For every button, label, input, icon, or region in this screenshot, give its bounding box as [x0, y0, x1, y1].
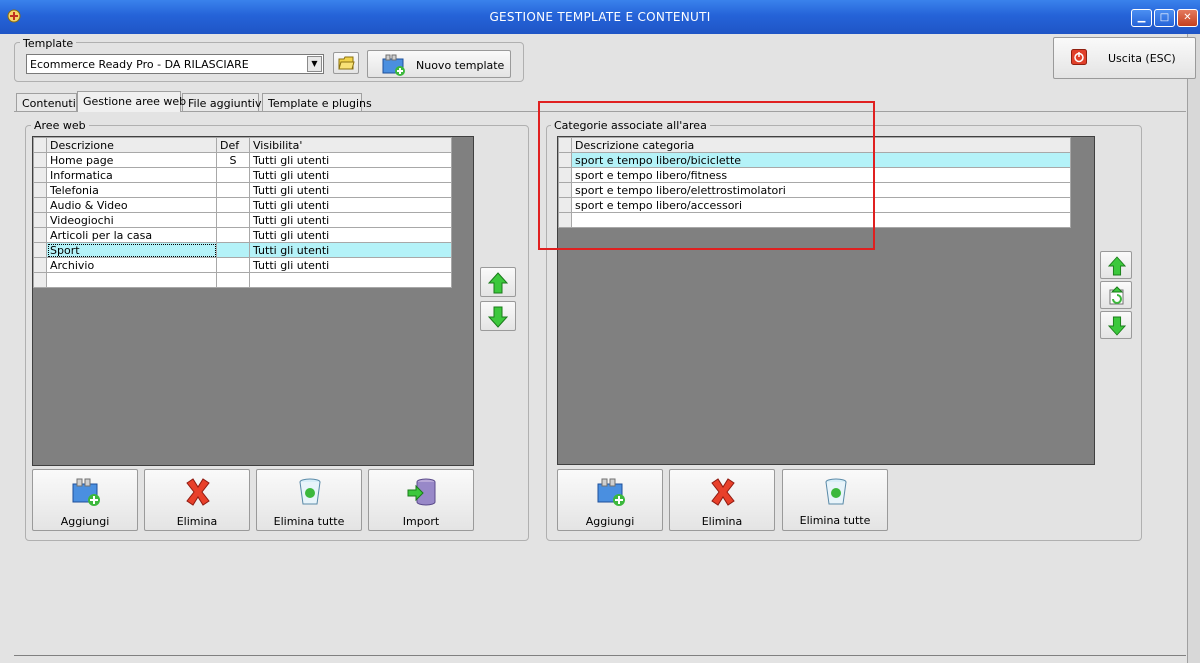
table-row[interactable]: Telefonia Tutti gli utenti: [33, 182, 452, 198]
add-area-label: Aggiungi: [60, 515, 110, 528]
sort-refresh-icon: [1109, 286, 1124, 305]
table-row[interactable]: Informatica Tutti gli utenti: [33, 167, 452, 183]
table-row[interactable]: Home page S Tutti gli utenti: [33, 152, 452, 168]
maximize-button[interactable]: □: [1154, 9, 1175, 27]
cell-descrizione[interactable]: Articoli per la casa: [46, 227, 217, 243]
template-select-value: Ecommerce Ready Pro - DA RILASCIARE: [30, 58, 249, 71]
window-right-border: [1187, 34, 1200, 663]
window-title: GESTIONE TEMPLATE E CONTENUTI: [489, 10, 711, 24]
cell-def[interactable]: [216, 197, 250, 213]
add-area-button[interactable]: Aggiungi: [32, 469, 138, 531]
delete-all-areas-button[interactable]: Elimina tutte: [256, 469, 362, 531]
row-indicator-header: [33, 137, 47, 153]
move-down-button[interactable]: [480, 301, 516, 331]
arrow-down-icon: [488, 306, 508, 328]
cell-descrizione[interactable]: Archivio: [46, 257, 217, 273]
delete-area-label: Elimina: [176, 515, 218, 528]
delete-x-icon: [186, 478, 210, 506]
category-move-up-button[interactable]: [1100, 251, 1132, 279]
cell-def[interactable]: [216, 182, 250, 198]
maximize-icon: □: [1159, 12, 1170, 23]
cell-visibilita[interactable]: Tutti gli utenti: [249, 257, 452, 273]
move-up-button[interactable]: [480, 267, 516, 297]
cell-visibilita[interactable]: Tutti gli utenti: [249, 182, 452, 198]
cell-def[interactable]: [216, 227, 250, 243]
table-row[interactable]: Articoli per la casa Tutti gli utenti: [33, 227, 452, 243]
delete-category-label: Elimina: [701, 515, 743, 528]
cell-descrizione[interactable]: Sport: [46, 242, 217, 258]
delete-area-button[interactable]: Elimina: [144, 469, 250, 531]
close-icon: ✕: [1183, 12, 1192, 23]
tab-contenuti[interactable]: Contenuti: [16, 93, 77, 111]
cell-descrizione[interactable]: Home page: [46, 152, 217, 168]
database-import-icon: [407, 478, 436, 506]
cell-def[interactable]: [216, 212, 250, 228]
highlight-box: [538, 101, 875, 250]
delete-x-icon: [711, 478, 735, 506]
title-bar: GESTIONE TEMPLATE E CONTENUTI ▁ □ ✕: [0, 0, 1200, 34]
cell-visibilita[interactable]: Tutti gli utenti: [249, 227, 452, 243]
recycle-bin-icon: [299, 478, 321, 505]
cell-descrizione[interactable]: Videogiochi: [46, 212, 217, 228]
cell-descrizione[interactable]: Audio & Video: [46, 197, 217, 213]
add-category-button[interactable]: Aggiungi: [557, 469, 663, 531]
open-folder-button[interactable]: [333, 52, 359, 74]
cell-visibilita[interactable]: Tutti gli utenti: [249, 212, 452, 228]
template-select[interactable]: Ecommerce Ready Pro - DA RILASCIARE ▼: [26, 54, 324, 74]
new-template-icon: [382, 54, 405, 76]
aree-web-grid[interactable]: Descrizione Def Visibilita' Home page S Tu…: [32, 136, 474, 466]
cell-def[interactable]: [216, 167, 250, 183]
close-button[interactable]: ✕: [1177, 9, 1198, 27]
new-template-button[interactable]: Nuovo template: [367, 50, 511, 78]
exit-label: Uscita (ESC): [1108, 52, 1176, 65]
category-sort-button[interactable]: [1100, 281, 1132, 309]
delete-category-button[interactable]: Elimina: [669, 469, 775, 531]
import-label: Import: [402, 515, 440, 528]
add-icon: [597, 478, 625, 506]
tab-gestione-aree-web[interactable]: Gestione aree web: [77, 91, 186, 112]
cell-visibilita[interactable]: Tutti gli utenti: [249, 167, 452, 183]
cell-def[interactable]: [216, 242, 250, 258]
delete-all-categories-label: Elimina tutte: [799, 514, 871, 527]
cell-descrizione[interactable]: Informatica: [46, 167, 217, 183]
column-header-visibilita[interactable]: Visibilita': [249, 137, 452, 153]
template-group-label: Template: [20, 37, 77, 50]
cell-def[interactable]: S: [216, 152, 250, 168]
cell-def[interactable]: [216, 257, 250, 273]
column-header-descrizione[interactable]: Descrizione: [46, 137, 217, 153]
category-move-down-button[interactable]: [1100, 311, 1132, 339]
arrow-down-icon: [1108, 316, 1126, 336]
column-header-def[interactable]: Def: [216, 137, 250, 153]
chevron-down-icon[interactable]: ▼: [307, 56, 322, 72]
cell-descrizione[interactable]: Telefonia: [46, 182, 217, 198]
bottom-divider: [14, 655, 1186, 656]
tab-file-aggiuntivi[interactable]: File aggiuntivi: [182, 93, 265, 111]
arrow-up-icon: [488, 272, 508, 294]
table-row[interactable]: Audio & Video Tutti gli utenti: [33, 197, 452, 213]
power-icon: [1071, 49, 1087, 65]
arrow-up-icon: [1108, 256, 1126, 276]
cell-visibilita[interactable]: Tutti gli utenti: [249, 242, 452, 258]
delete-all-categories-button[interactable]: Elimina tutte: [782, 469, 888, 531]
new-template-label: Nuovo template: [416, 59, 505, 72]
aree-web-header-row: Descrizione Def Visibilita': [33, 137, 452, 153]
import-button[interactable]: Import: [368, 469, 474, 531]
tab-template-plugins[interactable]: Template e plugins: [262, 93, 372, 111]
delete-all-areas-label: Elimina tutte: [273, 515, 345, 528]
recycle-bin-icon: [825, 478, 847, 505]
aree-web-group-label: Aree web: [31, 119, 89, 132]
cell-visibilita[interactable]: Tutti gli utenti: [249, 152, 452, 168]
table-row-empty[interactable]: [33, 272, 452, 288]
add-category-label: Aggiungi: [585, 515, 635, 528]
exit-button[interactable]: Uscita (ESC): [1053, 37, 1196, 79]
minimize-icon: ▁: [1137, 12, 1146, 23]
cell-visibilita[interactable]: Tutti gli utenti: [249, 197, 452, 213]
minimize-button[interactable]: ▁: [1131, 9, 1152, 27]
table-row[interactable]: Archivio Tutti gli utenti: [33, 257, 452, 273]
folder-icon: [338, 56, 355, 70]
table-row[interactable]: Videogiochi Tutti gli utenti: [33, 212, 452, 228]
add-icon: [72, 478, 100, 506]
table-row-selected[interactable]: Sport Tutti gli utenti: [33, 242, 452, 258]
